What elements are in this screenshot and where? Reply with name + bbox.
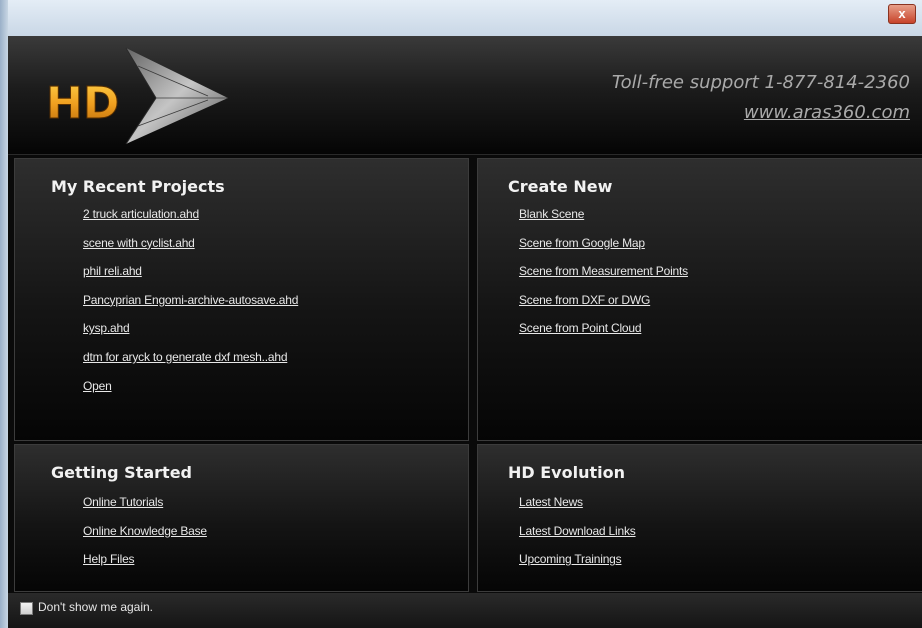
blank-scene-link[interactable]: Blank Scene [519, 207, 584, 221]
dont-show-label[interactable]: Don't show me again. [38, 600, 153, 614]
recent-project-link[interactable]: kysp.ahd [83, 321, 130, 335]
recent-projects-list: 2 truck articulation.ahd scene with cycl… [83, 205, 298, 405]
window-frame [0, 0, 8, 628]
footer-bar: Don't show me again. [8, 593, 922, 628]
svg-text:HD: HD [46, 78, 119, 129]
website-link[interactable]: www.aras360.com [744, 102, 910, 123]
dxf-dwg-scene-link[interactable]: Scene from DXF or DWG [519, 293, 650, 307]
start-dialog: x HD Toll-free support 1-877-814-2360 ww… [0, 0, 922, 628]
dialog-client-area: HD Toll-free support 1-877-814-2360 www.… [8, 36, 922, 628]
recent-projects-title: My Recent Projects [51, 177, 225, 196]
recent-project-link[interactable]: dtm for aryck to generate dxf mesh..ahd [83, 350, 288, 364]
upcoming-trainings-link[interactable]: Upcoming Trainings [519, 552, 622, 566]
google-map-scene-link[interactable]: Scene from Google Map [519, 236, 645, 250]
hd-evolution-title: HD Evolution [508, 463, 625, 482]
close-button[interactable]: x [888, 4, 916, 24]
getting-started-panel: Getting Started Online Tutorials Online … [14, 444, 469, 592]
hd-evolution-list: Latest News Latest Download Links Upcomi… [519, 493, 636, 579]
recent-project-link[interactable]: scene with cyclist.ahd [83, 236, 195, 250]
open-project-link[interactable]: Open [83, 379, 112, 393]
recent-projects-panel: My Recent Projects 2 truck articulation.… [14, 158, 469, 441]
header-banner: HD Toll-free support 1-877-814-2360 www.… [8, 36, 922, 155]
create-new-list: Blank Scene Scene from Google Map Scene … [519, 205, 688, 348]
create-new-title: Create New [508, 177, 613, 196]
support-info: Toll-free support 1-877-814-2360 www.ara… [612, 68, 910, 128]
title-bar[interactable]: x [8, 0, 922, 36]
hd-logo-text: HD [46, 78, 120, 130]
online-tutorials-link[interactable]: Online Tutorials [83, 495, 163, 509]
download-links-link[interactable]: Latest Download Links [519, 524, 636, 538]
getting-started-list: Online Tutorials Online Knowledge Base H… [83, 493, 207, 579]
point-cloud-scene-link[interactable]: Scene from Point Cloud [519, 321, 642, 335]
support-phone: Toll-free support 1-877-814-2360 [611, 72, 910, 93]
latest-news-link[interactable]: Latest News [519, 495, 583, 509]
knowledge-base-link[interactable]: Online Knowledge Base [83, 524, 207, 538]
recent-project-link[interactable]: phil reli.ahd [83, 264, 142, 278]
create-new-panel: Create New Blank Scene Scene from Google… [477, 158, 922, 441]
dont-show-checkbox[interactable] [20, 602, 33, 615]
help-files-link[interactable]: Help Files [83, 552, 135, 566]
measurement-points-scene-link[interactable]: Scene from Measurement Points [519, 264, 688, 278]
hd-logo: HD [46, 47, 228, 145]
getting-started-title: Getting Started [51, 463, 192, 482]
recent-project-link[interactable]: 2 truck articulation.ahd [83, 207, 199, 221]
recent-project-link[interactable]: Pancyprian Engomi-archive-autosave.ahd [83, 293, 298, 307]
hd-evolution-panel: HD Evolution Latest News Latest Download… [477, 444, 922, 592]
